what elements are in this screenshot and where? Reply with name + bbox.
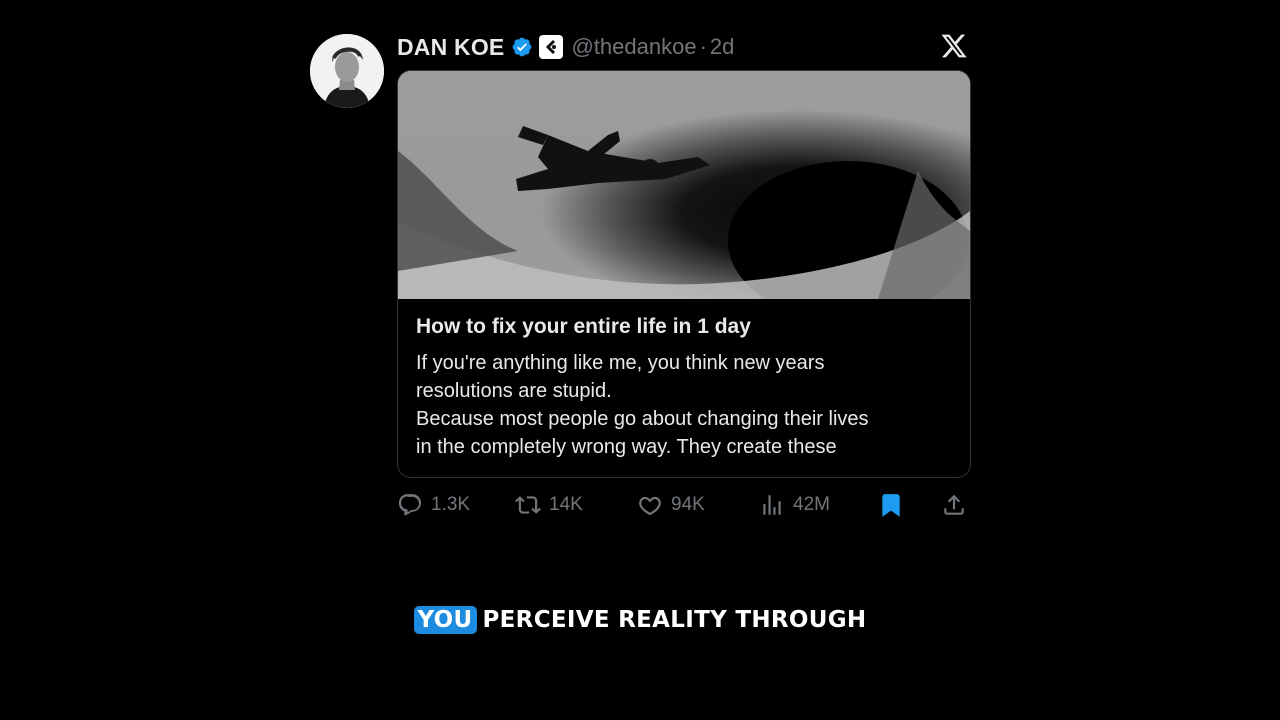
- bookmark-button[interactable]: [878, 490, 904, 520]
- action-bar: 1.3K 14K 94K 42M: [397, 490, 969, 520]
- like-count: 94K: [671, 494, 705, 515]
- article-card[interactable]: How to fix your entire life in 1 day If …: [397, 70, 971, 478]
- caption-highlight-word: YOU: [413, 606, 477, 634]
- article-line: resolutions are stupid.: [416, 380, 612, 402]
- share-icon: [944, 494, 964, 515]
- caption-text: PERCEIVE REALITY THROUGH: [482, 607, 867, 633]
- author-handle[interactable]: @thedankoe: [571, 34, 696, 60]
- video-caption: YOU PERCEIVE REALITY THROUGH: [0, 606, 1280, 634]
- heart-icon: [639, 496, 661, 516]
- tweet-header: DAN KOE @thedankoe · 2d: [397, 34, 734, 60]
- timestamp[interactable]: 2d: [710, 34, 734, 60]
- reply-icon: [398, 494, 422, 516]
- article-excerpt: If you're anything like me, you think ne…: [416, 349, 961, 461]
- retweet-icon: [515, 496, 541, 514]
- like-button[interactable]: 94K: [637, 490, 705, 520]
- share-button[interactable]: [941, 490, 967, 520]
- views-count: 42M: [793, 494, 830, 515]
- views-button[interactable]: 42M: [759, 490, 830, 520]
- article-line: Because most people go about changing th…: [416, 408, 869, 430]
- retweet-button[interactable]: 14K: [515, 490, 583, 520]
- verified-badge-icon: [513, 37, 532, 57]
- separator: ·: [699, 34, 707, 59]
- article-line: If you're anything like me, you think ne…: [416, 352, 825, 374]
- reply-button[interactable]: 1.3K: [397, 490, 470, 520]
- article-line: in the completely wrong way. They create…: [416, 436, 837, 458]
- author-name[interactable]: DAN KOE: [397, 34, 504, 61]
- affiliate-badge-icon: [539, 35, 564, 59]
- article-title: How to fix your entire life in 1 day: [416, 315, 751, 338]
- reply-count: 1.3K: [431, 494, 471, 515]
- x-logo-icon: [941, 34, 967, 58]
- tweet: DAN KOE @thedankoe · 2d How to fix your …: [310, 34, 971, 534]
- article-cover-image: [398, 71, 970, 321]
- views-icon: [763, 495, 781, 515]
- avatar[interactable]: [310, 34, 384, 108]
- retweet-count: 14K: [549, 494, 583, 515]
- bookmark-icon: [882, 494, 900, 517]
